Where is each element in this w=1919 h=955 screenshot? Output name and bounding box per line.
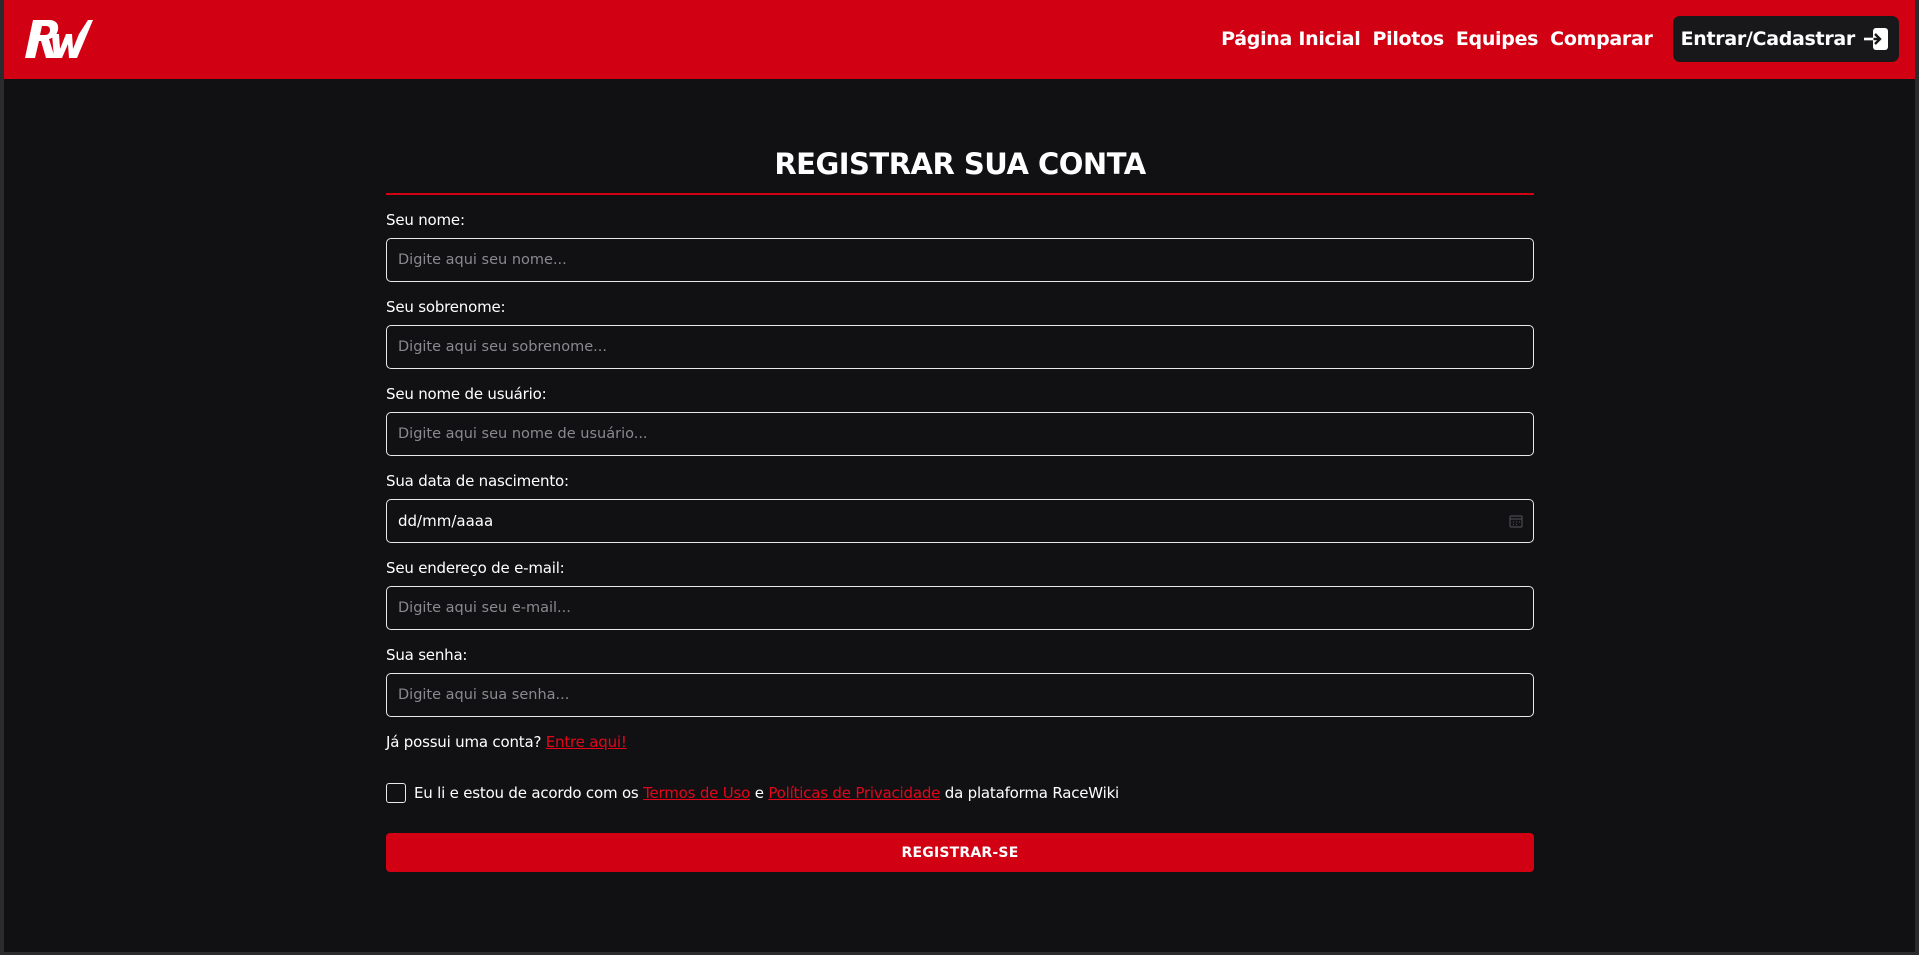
terms-conjunction: e <box>754 784 764 802</box>
username-group: Seu nome de usuário: <box>386 384 1534 456</box>
terms-suffix: da plataforma RaceWiki <box>944 784 1120 802</box>
terms-prefix: Eu li e estou de acordo com os <box>414 784 639 802</box>
register-form: REGISTRAR SUA CONTA Seu nome: Seu sobren… <box>386 146 1534 872</box>
username-label: Seu nome de usuário: <box>386 385 547 403</box>
nav-comparar[interactable]: Comparar <box>1550 28 1653 50</box>
top-navbar: Página Inicial Pilotos Equipes Comparar … <box>4 0 1915 79</box>
terms-checkbox[interactable] <box>386 783 406 803</box>
email-group: Seu endereço de e-mail: <box>386 558 1534 630</box>
birthdate-input[interactable]: dd/mm/aaaa <box>386 499 1534 543</box>
login-register-button[interactable]: Entrar/Cadastrar <box>1672 16 1899 62</box>
nav-equipes[interactable]: Equipes <box>1456 28 1539 50</box>
login-prompt: Já possui uma conta? Entre aqui! <box>386 732 1534 752</box>
email-input[interactable] <box>386 586 1534 630</box>
racewiki-logo[interactable] <box>22 14 94 60</box>
email-label: Seu endereço de e-mail: <box>386 559 565 577</box>
last-name-label: Seu sobrenome: <box>386 298 506 316</box>
password-input[interactable] <box>386 673 1534 717</box>
first-name-label: Seu nome: <box>386 211 465 229</box>
main-nav: Página Inicial Pilotos Equipes Comparar … <box>1209 16 1899 62</box>
first-name-input[interactable] <box>386 238 1534 282</box>
password-group: Sua senha: <box>386 645 1534 717</box>
title-divider <box>386 193 1534 195</box>
nav-pilotos[interactable]: Pilotos <box>1372 28 1444 50</box>
password-label: Sua senha: <box>386 646 468 664</box>
login-link[interactable]: Entre aqui! <box>546 733 627 751</box>
login-register-label: Entrar/Cadastrar <box>1680 28 1856 50</box>
nav-home[interactable]: Página Inicial <box>1221 28 1361 50</box>
first-name-group: Seu nome: <box>386 210 1534 282</box>
login-prompt-text: Já possui uma conta? <box>386 733 542 751</box>
birthdate-wrapper: dd/mm/aaaa <box>386 499 1534 543</box>
last-name-group: Seu sobrenome: <box>386 297 1534 369</box>
terms-agreement: Eu li e estou de acordo com os Termos de… <box>386 782 1534 804</box>
sign-in-icon <box>1864 28 1888 50</box>
birthdate-label: Sua data de nascimento: <box>386 472 569 490</box>
username-input[interactable] <box>386 412 1534 456</box>
register-button[interactable]: REGISTRAR-SE <box>386 833 1534 872</box>
birthdate-group: Sua data de nascimento: dd/mm/aaaa <box>386 471 1534 543</box>
calendar-icon[interactable] <box>1509 514 1523 528</box>
page-title: REGISTRAR SUA CONTA <box>774 147 1146 181</box>
privacy-policy-link[interactable]: Políticas de Privacidade <box>768 784 940 802</box>
last-name-input[interactable] <box>386 325 1534 369</box>
terms-of-use-link[interactable]: Termos de Uso <box>643 784 750 802</box>
